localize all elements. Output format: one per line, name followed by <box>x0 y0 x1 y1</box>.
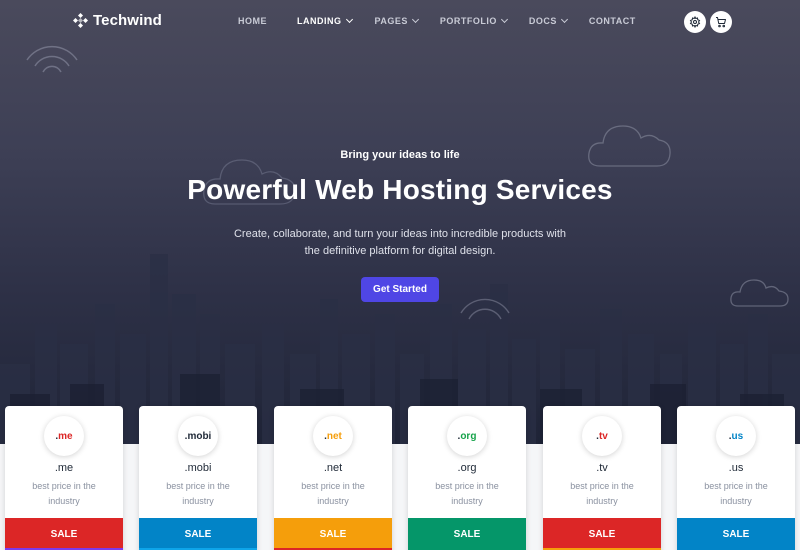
chevron-down-icon <box>560 15 568 24</box>
cloud-decoration-icon <box>730 279 789 307</box>
domain-badge: . mobi <box>178 416 218 456</box>
hero-section: Techwind HOME LANDING PAGES PORTFOLIO DO… <box>0 0 800 444</box>
nav-item-label: HOME <box>238 16 267 26</box>
domain-description: best price in the industry <box>301 481 365 506</box>
nav-item-pages[interactable]: PAGES <box>374 15 419 26</box>
domain-badge: . us <box>716 416 756 456</box>
sale-banner[interactable]: SALE <box>543 518 661 550</box>
nav-item-portfolio[interactable]: PORTFOLIO <box>439 15 508 26</box>
domain-card[interactable]: . tv .tv best price in the industry SALE <box>543 406 661 550</box>
domain-card[interactable]: . net .net best price in the industry SALE <box>274 406 392 550</box>
main-menu: HOME LANDING PAGES PORTFOLIO DOCS CONTAC… <box>238 15 636 26</box>
domain-name: .tv <box>596 462 608 474</box>
domain-badge: . net <box>313 416 353 456</box>
nav-item-docs[interactable]: DOCS <box>528 15 568 26</box>
badge-extension: org <box>460 430 477 442</box>
sale-banner[interactable]: SALE <box>274 518 392 550</box>
domain-badge: . org <box>447 416 487 456</box>
domain-description: best price in the industry <box>32 481 96 506</box>
settings-icon <box>689 16 701 28</box>
cloud-decoration-icon <box>588 125 671 167</box>
chevron-down-icon <box>345 15 353 24</box>
cart-icon <box>716 17 726 28</box>
domain-description: best price in the industry <box>570 481 634 506</box>
domain-card[interactable]: . us .us best price in the industry SALE <box>677 406 795 550</box>
nav-item-label: DOCS <box>528 16 557 26</box>
badge-extension: mobi <box>187 430 212 442</box>
badge-extension: me <box>58 430 73 442</box>
domain-name: .us <box>728 462 744 474</box>
domain-badge: . tv <box>582 416 622 456</box>
top-navbar: Techwind HOME LANDING PAGES PORTFOLIO DO… <box>0 0 800 44</box>
nav-item-label: LANDING <box>297 16 342 26</box>
domain-badge: . me <box>44 416 84 456</box>
sale-banner[interactable]: SALE <box>677 518 795 550</box>
domain-name: .me <box>54 462 74 474</box>
nav-item-home[interactable]: HOME <box>238 16 267 26</box>
badge-extension: net <box>326 430 342 442</box>
hero-eyebrow: Bring your ideas to life <box>340 149 460 161</box>
brand-logo[interactable]: Techwind <box>72 12 162 29</box>
wifi-decoration-icon <box>460 298 510 320</box>
sale-banner[interactable]: SALE <box>5 518 123 550</box>
domain-description: best price in the industry <box>704 481 768 506</box>
domain-name: .mobi <box>184 462 212 474</box>
settings-button[interactable] <box>684 11 706 33</box>
nav-item-label: PAGES <box>374 16 408 26</box>
badge-extension: us <box>731 430 744 442</box>
nav-item-label: CONTACT <box>588 16 636 26</box>
hero-subtitle: Create, collaborate, and turn your ideas… <box>233 228 567 257</box>
hero-title: Powerful Web Hosting Services <box>187 174 613 205</box>
brand-logo-icon <box>73 13 88 28</box>
nav-item-landing[interactable]: LANDING <box>297 15 353 26</box>
badge-extension: tv <box>598 430 608 442</box>
chevron-down-icon <box>411 15 419 24</box>
domain-name: .org <box>457 462 477 474</box>
domain-name: .net <box>323 462 343 474</box>
nav-item-label: PORTFOLIO <box>439 16 497 26</box>
domain-description: best price in the industry <box>435 481 499 506</box>
domain-description: best price in the industry <box>166 481 230 506</box>
domain-card[interactable]: . mobi .mobi best price in the industry SALE <box>139 406 257 550</box>
cart-button[interactable] <box>710 11 732 33</box>
sale-banner[interactable]: SALE <box>139 518 257 550</box>
get-started-button[interactable]: Get Started <box>361 277 439 302</box>
brand-name: Techwind <box>93 12 162 29</box>
domain-card[interactable]: . org .org best price in the industry SALE <box>408 406 526 550</box>
chevron-down-icon <box>500 15 508 24</box>
nav-item-contact[interactable]: CONTACT <box>589 16 636 26</box>
sale-banner[interactable]: SALE <box>408 518 526 550</box>
domain-card[interactable]: . me .me best price in the industry SALE <box>5 406 123 550</box>
